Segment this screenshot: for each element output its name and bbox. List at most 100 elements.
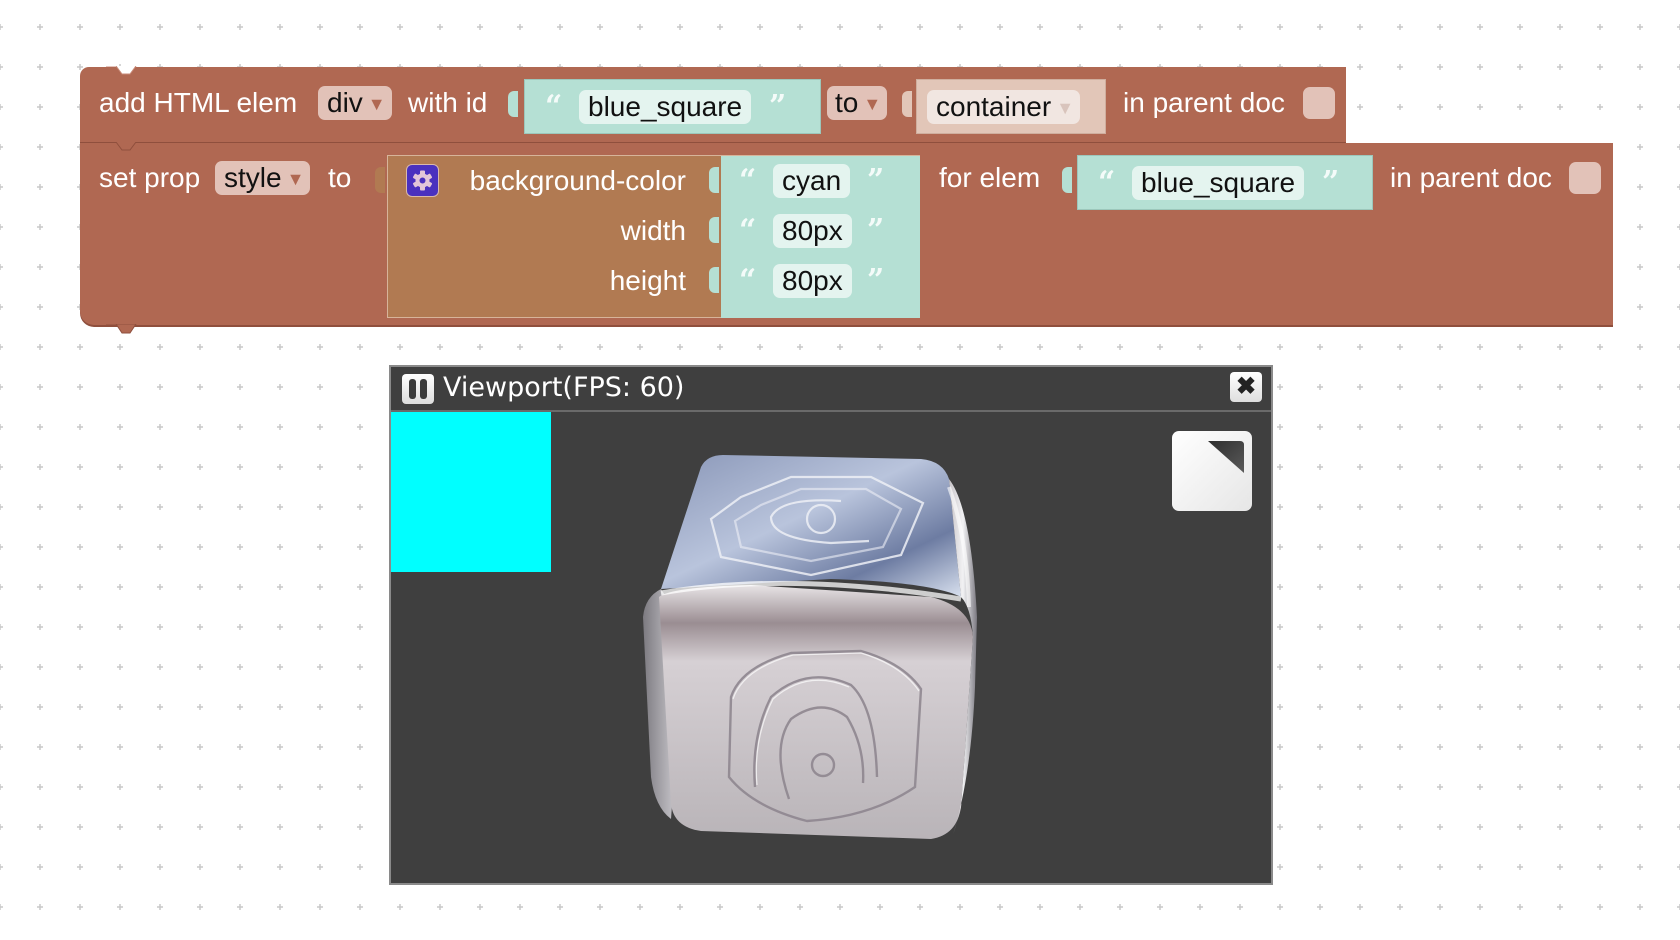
grid-dot	[1317, 624, 1323, 630]
map-value-width[interactable]: 80px	[773, 214, 852, 248]
gear-icon[interactable]	[406, 164, 439, 197]
elem-text-field[interactable]: blue_square	[1132, 166, 1305, 200]
grid-dot	[1357, 864, 1363, 870]
grid-dot	[0, 384, 3, 390]
map-key-width: width	[620, 215, 686, 246]
grid-dot	[1637, 784, 1643, 790]
map-value-height[interactable]: 80px	[773, 264, 852, 298]
grid-dot	[1517, 24, 1523, 30]
block-next-tab	[106, 324, 137, 334]
grid-dot	[317, 344, 323, 350]
grid-dot	[157, 504, 163, 510]
grid-dot	[1037, 904, 1043, 910]
resize-icon	[1208, 441, 1244, 473]
grid-dot	[917, 904, 923, 910]
grid-dot	[77, 544, 83, 550]
grid-dot	[1437, 904, 1443, 910]
grid-dot	[117, 704, 123, 710]
id-text-field[interactable]: blue_square	[579, 90, 752, 124]
grid-dot	[237, 624, 243, 630]
close-quote-icon: ”	[1322, 165, 1340, 200]
map-key-height: height	[609, 265, 686, 296]
to-label: to	[328, 162, 352, 193]
grid-dot	[1437, 464, 1443, 470]
grid-dot	[357, 744, 363, 750]
grid-dot	[1637, 64, 1643, 70]
resize-button[interactable]	[1172, 431, 1252, 511]
grid-dot	[1357, 384, 1363, 390]
grid-dot	[1317, 824, 1323, 830]
grid-dot	[1637, 24, 1643, 30]
grid-dot	[37, 904, 43, 910]
grid-dot	[1637, 384, 1643, 390]
grid-dot	[1077, 24, 1083, 30]
grid-dot	[1317, 704, 1323, 710]
grid-dot	[757, 904, 763, 910]
grid-dot	[1517, 504, 1523, 510]
grid-dot	[1597, 704, 1603, 710]
grid-dot	[37, 504, 43, 510]
style-map-block[interactable]: background-color width height “ cyan ” “…	[387, 155, 920, 318]
grid-dot	[357, 904, 363, 910]
grid-dot	[1397, 504, 1403, 510]
input-connector	[709, 167, 719, 193]
grid-dot	[477, 344, 483, 350]
pause-icon	[420, 379, 427, 399]
close-button[interactable]: ✖	[1230, 372, 1262, 402]
prop-dropdown[interactable]: style ▼	[215, 161, 311, 195]
to-dropdown[interactable]: to ▼	[827, 86, 888, 120]
grid-dot	[437, 904, 443, 910]
grid-dot	[477, 904, 483, 910]
tag-dropdown[interactable]: div ▼	[318, 86, 392, 120]
grid-dot	[1117, 344, 1123, 350]
grid-dot	[197, 24, 203, 30]
grid-dot	[1557, 464, 1563, 470]
grid-dot	[957, 344, 963, 350]
grid-dot	[1557, 584, 1563, 590]
parent-doc-checkbox[interactable]	[1569, 162, 1601, 194]
grid-dot	[1477, 424, 1483, 430]
close-quote-icon: ”	[867, 263, 885, 298]
grid-dot	[1277, 504, 1283, 510]
grid-dot	[77, 344, 83, 350]
grid-dot	[237, 384, 243, 390]
grid-dot	[1357, 344, 1363, 350]
pause-icon	[409, 379, 416, 399]
parent-dropdown-block[interactable]: container ▼	[916, 79, 1106, 134]
set-prop-block[interactable]: set prop style ▼ to background-color widt…	[80, 142, 1613, 334]
grid-dot	[917, 24, 923, 30]
grid-dot	[1317, 464, 1323, 470]
grid-dot	[117, 664, 123, 670]
grid-dot	[1637, 704, 1643, 710]
add-html-elem-block[interactable]: add HTML elem div ▼ with id “ blue_square…	[80, 66, 1346, 142]
grid-dot	[1437, 744, 1443, 750]
grid-dot	[1477, 904, 1483, 910]
parent-doc-checkbox[interactable]	[1303, 87, 1335, 119]
grid-dot	[1317, 744, 1323, 750]
grid-dot	[1557, 744, 1563, 750]
pause-button[interactable]	[402, 374, 434, 404]
in-parent-doc-label: in parent doc	[1390, 162, 1552, 193]
grid-dot	[1557, 784, 1563, 790]
grid-dot	[37, 384, 43, 390]
grid-dot	[317, 464, 323, 470]
elem-text-block[interactable]: “ blue_square ”	[1077, 155, 1373, 210]
grid-dot	[1597, 864, 1603, 870]
grid-dot	[117, 744, 123, 750]
grid-dot	[37, 824, 43, 830]
grid-dot	[1357, 544, 1363, 550]
grid-dot	[1517, 744, 1523, 750]
grid-dot	[277, 704, 283, 710]
id-text-block[interactable]: “ blue_square ”	[524, 79, 821, 134]
grid-dot	[0, 544, 3, 550]
grid-dot	[1397, 744, 1403, 750]
parent-dropdown[interactable]: container ▼	[927, 90, 1081, 124]
grid-dot	[357, 824, 363, 830]
grid-dot	[1477, 784, 1483, 790]
viewport-titlebar[interactable]: Viewport(FPS: 60) ✖	[391, 367, 1271, 412]
grid-dot	[1597, 824, 1603, 830]
grid-dot	[1597, 904, 1603, 910]
grid-dot	[1317, 784, 1323, 790]
map-key-background-color: background-color	[469, 165, 686, 196]
map-value-background-color[interactable]: cyan	[773, 164, 851, 198]
